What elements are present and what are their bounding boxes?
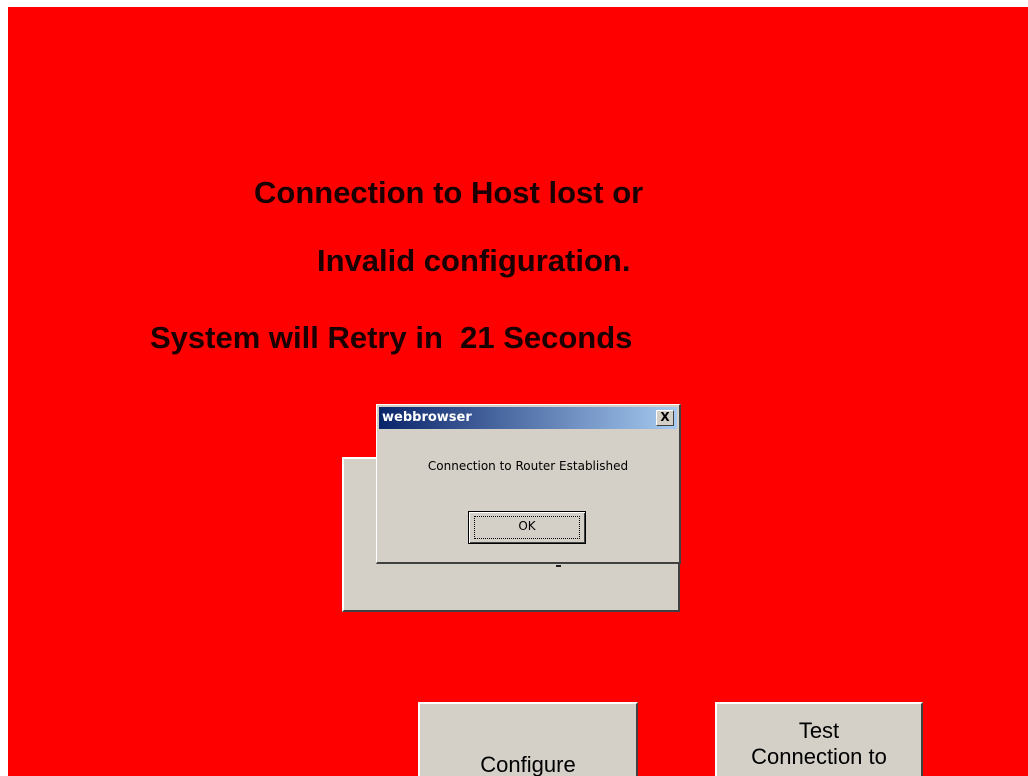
message-box: webbrowser X Connection to Router Establ… bbox=[376, 404, 681, 564]
message-box-text: Connection to Router Established bbox=[427, 459, 629, 473]
test-connection-button[interactable]: Test Connection to bbox=[715, 702, 923, 776]
status-line-2: Invalid configuration. bbox=[317, 243, 631, 278]
configure-button-label: Configure bbox=[480, 752, 576, 776]
close-button[interactable]: X bbox=[656, 410, 674, 426]
ok-button[interactable]: OK bbox=[468, 511, 586, 544]
ok-button-label: OK bbox=[518, 519, 536, 533]
close-icon: X bbox=[660, 410, 670, 424]
background-dialog-mark bbox=[556, 565, 561, 567]
retry-countdown: System will Retry in 21 Seconds bbox=[150, 320, 633, 355]
configure-button[interactable]: Configure bbox=[418, 702, 638, 776]
test-connection-button-label: Test Connection to bbox=[751, 718, 887, 769]
message-box-title: webbrowser bbox=[382, 410, 472, 425]
status-line-1: Connection to Host lost or bbox=[254, 175, 644, 210]
connection-error-screen: Connection to Host lost or Invalid confi… bbox=[8, 7, 1028, 776]
message-box-titlebar[interactable]: webbrowser X bbox=[379, 407, 677, 429]
